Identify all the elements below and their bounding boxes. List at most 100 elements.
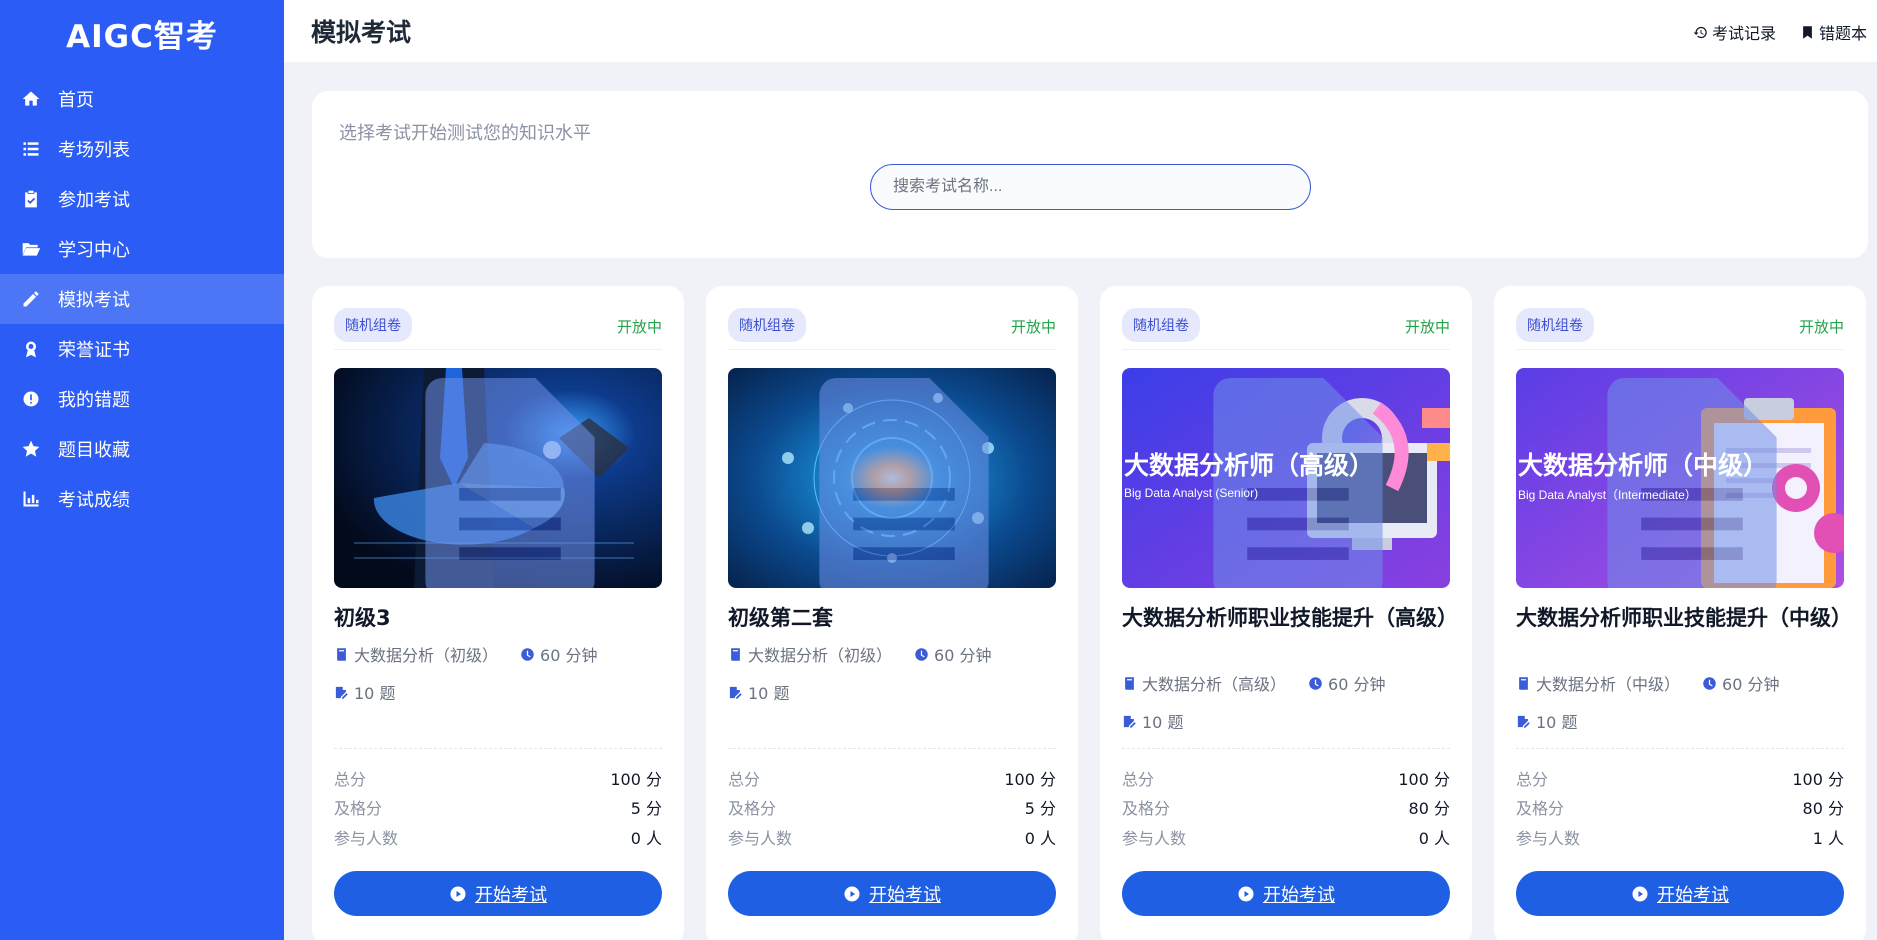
category-text: 大数据分析（初级） bbox=[748, 646, 893, 665]
stat-value: 100 分 bbox=[1792, 769, 1844, 789]
play-icon bbox=[1238, 886, 1254, 901]
wrong-book-label: 错题本 bbox=[1818, 24, 1867, 43]
stat-label: 参与人数 bbox=[728, 828, 793, 848]
search-input[interactable] bbox=[870, 164, 1311, 210]
search-subtitle: 选择考试开始测试您的知识水平 bbox=[339, 123, 591, 144]
clock-icon bbox=[521, 647, 534, 661]
exam-records-label: 考试记录 bbox=[1711, 24, 1776, 43]
sidebar: AIGC智考 首页 考场列表 参加考试 学习中心 模拟考试 荣誉证书 我的错题 bbox=[0, 0, 284, 940]
stat-value: 80 分 bbox=[1802, 799, 1844, 819]
exam-card: 随机组卷 开放中 初级第二套 大数据分析（初级） 60 分钟 10 题 总分 1… bbox=[706, 286, 1078, 940]
wrong-book-link[interactable]: 错题本 bbox=[1800, 20, 1867, 44]
mode-tag: 随机组卷 bbox=[1122, 308, 1200, 342]
star-icon bbox=[20, 438, 42, 460]
award-icon bbox=[20, 338, 42, 360]
bar-chart-icon bbox=[20, 488, 42, 510]
stat-value: 5 分 bbox=[630, 799, 662, 819]
document-icon bbox=[819, 378, 989, 588]
stat-value: 100 分 bbox=[1004, 769, 1056, 789]
bookmark-icon bbox=[1803, 25, 1812, 39]
exam-card: 随机组卷 开放中 大数据分析师（中级） Big Data Analyst（Int… bbox=[1494, 286, 1866, 940]
stat-value: 80 分 bbox=[1408, 799, 1450, 819]
sidebar-item-wrong-questions[interactable]: 我的错题 bbox=[0, 374, 284, 424]
stat-participants: 参与人数 1 人 bbox=[1516, 822, 1844, 852]
page-title: 模拟考试 bbox=[311, 18, 412, 47]
stat-participants: 参与人数 0 人 bbox=[728, 822, 1056, 852]
question-count-text: 10 题 bbox=[748, 684, 790, 703]
card-header: 随机组卷 开放中 bbox=[1516, 308, 1844, 350]
edit-doc-icon bbox=[1123, 715, 1136, 728]
exam-meta: 大数据分析（初级） 60 分钟 bbox=[728, 642, 991, 666]
exam-cover-image[interactable]: 大数据分析师（高级） Big Data Analyst (Senior) bbox=[1122, 368, 1450, 588]
document-icon bbox=[1607, 378, 1777, 588]
book-icon bbox=[1125, 676, 1134, 690]
sidebar-item-home[interactable]: 首页 bbox=[0, 74, 284, 124]
stat-label: 总分 bbox=[728, 769, 761, 789]
mode-tag: 随机组卷 bbox=[334, 308, 412, 342]
stat-pass: 及格分 80 分 bbox=[1516, 793, 1844, 823]
question-meta: 10 题 bbox=[334, 680, 395, 704]
stat-value: 100 分 bbox=[1398, 769, 1450, 789]
clock-icon bbox=[1309, 676, 1322, 690]
exam-stats: 总分 100 分 及格分 5 分 参与人数 0 人 bbox=[334, 748, 662, 852]
sidebar-item-exam-rooms[interactable]: 考场列表 bbox=[0, 124, 284, 174]
exam-stats: 总分 100 分 及格分 80 分 参与人数 1 人 bbox=[1516, 748, 1844, 852]
category-info: 大数据分析（初级） bbox=[334, 642, 498, 666]
card-header: 随机组卷 开放中 bbox=[1122, 308, 1450, 350]
start-exam-button[interactable]: 开始考试 bbox=[728, 871, 1056, 916]
duration-text: 60 分钟 bbox=[540, 646, 598, 665]
exam-cover-image[interactable] bbox=[728, 368, 1056, 588]
stat-label: 总分 bbox=[1122, 769, 1155, 789]
clock-icon bbox=[915, 647, 928, 661]
cover-subtitle: Big Data Analyst（Intermediate） bbox=[1518, 488, 1697, 502]
stat-label: 及格分 bbox=[334, 799, 383, 819]
start-exam-button[interactable]: 开始考试 bbox=[1122, 871, 1450, 916]
stat-pass: 及格分 5 分 bbox=[728, 793, 1056, 823]
question-count-info: 10 题 bbox=[1516, 709, 1577, 733]
sidebar-item-label: 考场列表 bbox=[58, 140, 130, 161]
question-count-text: 10 题 bbox=[354, 684, 396, 703]
sidebar-item-take-exam[interactable]: 参加考试 bbox=[0, 174, 284, 224]
exam-cover-image[interactable] bbox=[334, 368, 662, 588]
document-icon bbox=[1213, 378, 1383, 588]
exam-name: 初级3 bbox=[334, 606, 391, 630]
play-icon bbox=[450, 886, 466, 901]
sidebar-item-mock-exam[interactable]: 模拟考试 bbox=[0, 274, 284, 324]
sidebar-item-certificates[interactable]: 荣誉证书 bbox=[0, 324, 284, 374]
stat-value: 0 人 bbox=[1418, 828, 1450, 848]
app-logo[interactable]: AIGC智考 bbox=[0, 0, 284, 66]
exam-meta: 大数据分析（初级） 60 分钟 bbox=[334, 642, 597, 666]
clock-icon bbox=[1703, 676, 1716, 690]
play-icon bbox=[844, 886, 860, 901]
exam-stats: 总分 100 分 及格分 5 分 参与人数 0 人 bbox=[728, 748, 1056, 852]
start-exam-button[interactable]: 开始考试 bbox=[1516, 871, 1844, 916]
question-meta: 10 题 bbox=[1516, 709, 1577, 733]
header-actions: 考试记录 错题本 bbox=[1693, 20, 1867, 44]
exam-stats: 总分 100 分 及格分 80 分 参与人数 0 人 bbox=[1122, 748, 1450, 852]
list-icon bbox=[20, 138, 42, 160]
category-text: 大数据分析（中级） bbox=[1536, 675, 1681, 694]
sidebar-item-learning-center[interactable]: 学习中心 bbox=[0, 224, 284, 274]
play-icon bbox=[1632, 886, 1648, 901]
category-info: 大数据分析（高级） bbox=[1122, 671, 1286, 695]
status-badge: 开放中 bbox=[1798, 318, 1844, 336]
exam-records-link[interactable]: 考试记录 bbox=[1693, 20, 1776, 44]
duration-info: 60 分钟 bbox=[914, 642, 991, 666]
sidebar-item-label: 参加考试 bbox=[58, 190, 130, 211]
duration-text: 60 分钟 bbox=[1722, 675, 1780, 694]
category-text: 大数据分析（高级） bbox=[1142, 675, 1287, 694]
exam-cover-image[interactable]: 大数据分析师（中级） Big Data Analyst（Intermediate… bbox=[1516, 368, 1844, 588]
start-exam-button[interactable]: 开始考试 bbox=[334, 871, 662, 916]
stat-label: 总分 bbox=[334, 769, 367, 789]
status-badge: 开放中 bbox=[616, 318, 662, 336]
cover-title: 大数据分析师（高级） bbox=[1124, 451, 1375, 480]
start-exam-label: 开始考试 bbox=[475, 884, 547, 906]
stat-total: 总分 100 分 bbox=[1122, 763, 1450, 793]
question-count-info: 10 题 bbox=[728, 680, 789, 704]
exam-meta: 大数据分析（中级） 60 分钟 bbox=[1516, 671, 1779, 695]
status-badge: 开放中 bbox=[1404, 318, 1450, 336]
sidebar-item-scores[interactable]: 考试成绩 bbox=[0, 474, 284, 524]
sidebar-item-favorites[interactable]: 题目收藏 bbox=[0, 424, 284, 474]
book-icon bbox=[337, 647, 346, 661]
edit-doc-icon bbox=[1517, 715, 1530, 728]
